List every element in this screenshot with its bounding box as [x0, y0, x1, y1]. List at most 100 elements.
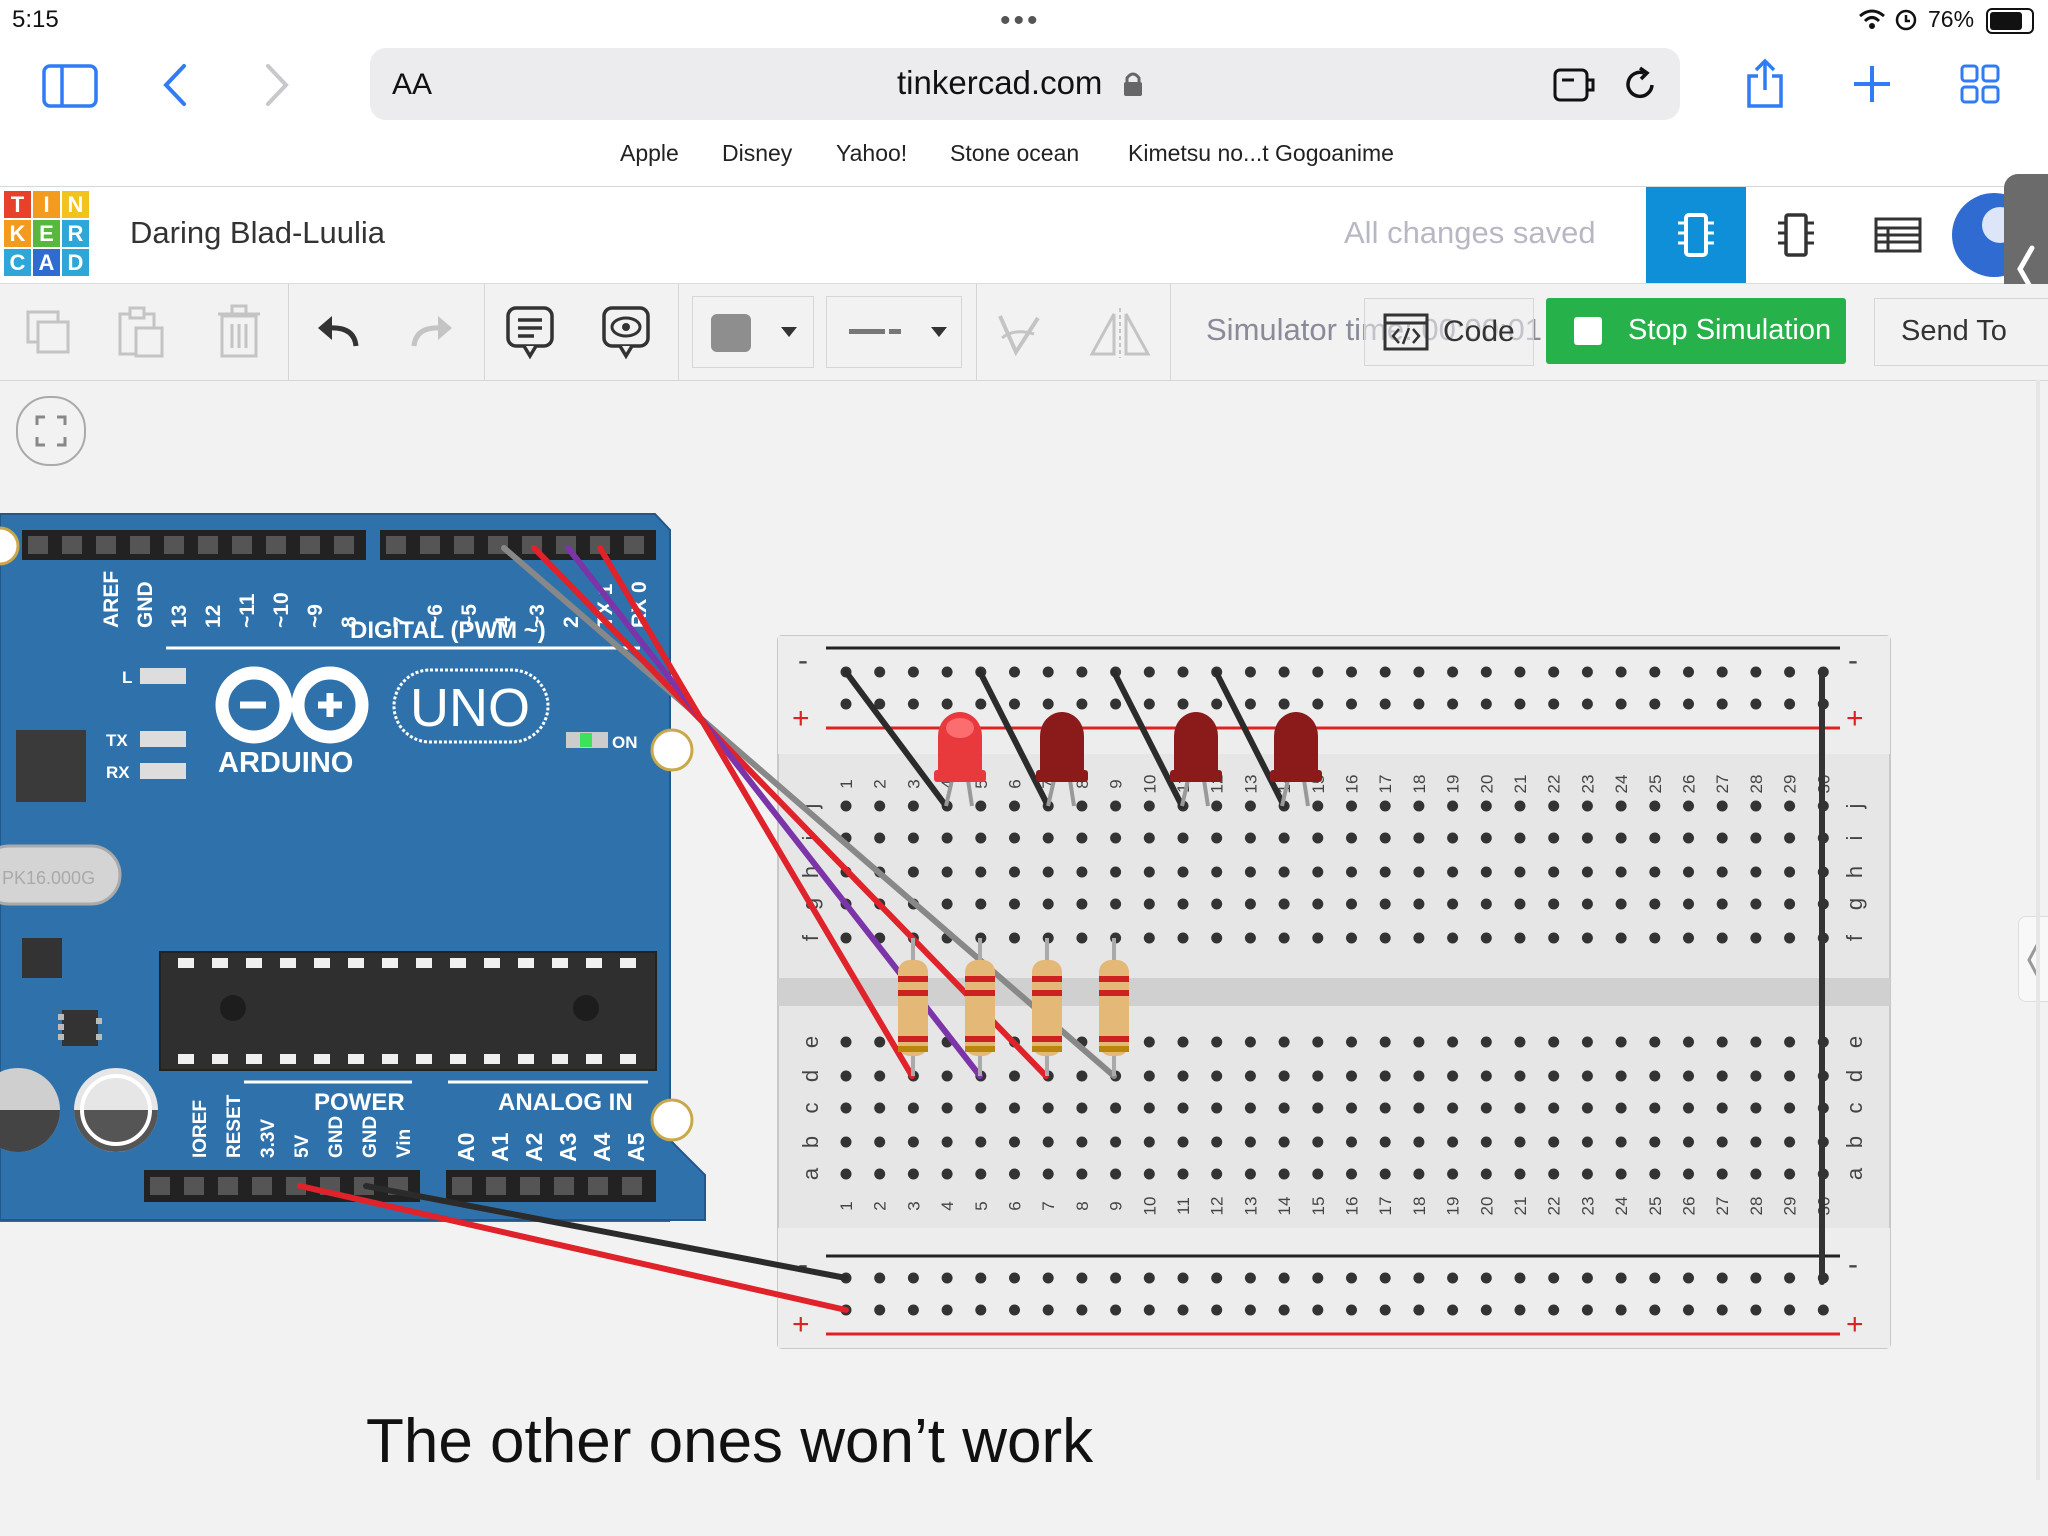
- column-label: 13: [1241, 1197, 1260, 1216]
- row-label: c: [798, 1103, 823, 1114]
- favorite-link[interactable]: Kimetsu no...t Gogoanime: [1128, 140, 1394, 167]
- favorite-link[interactable]: Disney: [722, 140, 792, 167]
- undo-icon[interactable]: [314, 312, 362, 352]
- power-pin-label: 5V: [292, 1134, 313, 1158]
- column-label: 15: [1309, 1197, 1328, 1216]
- led-label: L: [122, 668, 132, 687]
- analog-pin-label: A0: [453, 1133, 479, 1162]
- flip-icon[interactable]: [1088, 306, 1152, 360]
- column-label: 26: [1680, 775, 1699, 794]
- column-label: 17: [1376, 1197, 1395, 1216]
- row-label: e: [1842, 1036, 1867, 1048]
- redo-icon[interactable]: [408, 312, 456, 352]
- new-tab-icon[interactable]: [1852, 64, 1892, 104]
- column-label: 19: [1444, 1197, 1463, 1216]
- rail-label: +: [792, 702, 810, 735]
- reload-icon[interactable]: [1622, 66, 1660, 104]
- column-label: 10: [1140, 775, 1159, 794]
- column-label: 22: [1545, 775, 1564, 794]
- rail-label: +: [1846, 702, 1864, 735]
- share-icon[interactable]: [1744, 58, 1786, 110]
- favorite-link[interactable]: Yahoo!: [836, 140, 907, 167]
- column-label: 1: [837, 779, 856, 788]
- row-label: b: [798, 1136, 823, 1148]
- column-label: 2: [871, 779, 890, 788]
- text-size-button[interactable]: AA: [392, 68, 432, 102]
- multitask-dots-icon[interactable]: •••: [1000, 4, 1041, 38]
- row-label: c: [1842, 1103, 1867, 1114]
- schematic-view-icon[interactable]: [1778, 211, 1814, 259]
- power-pin-label: IOREF: [190, 1100, 211, 1158]
- rail-label: +: [1846, 1308, 1864, 1341]
- status-bar: 5:15 ••• 76%: [0, 0, 2048, 40]
- sidebar-toggle-icon[interactable]: [42, 64, 98, 108]
- power-pin-label: Vin: [394, 1129, 415, 1158]
- code-button[interactable]: Code: [1364, 298, 1534, 366]
- arduino-board[interactable]: AREF GND 13 12 ~11 ~10 ~9 8 7 ~6 ~5 4 ~3 2 TX 1 RX 0 DI…: [0, 513, 706, 1222]
- stop-icon: [1574, 317, 1602, 345]
- tab-overview-icon[interactable]: [1960, 64, 2000, 104]
- back-icon[interactable]: [160, 62, 190, 108]
- column-label: 28: [1747, 775, 1766, 794]
- forward-icon[interactable]: [262, 62, 292, 108]
- url-text[interactable]: tinkercad.com: [897, 64, 1102, 102]
- address-bar[interactable]: AA tinkercad.com: [370, 48, 1680, 120]
- wire-color-dropdown[interactable]: [692, 296, 814, 368]
- logo-letter: I: [33, 191, 60, 218]
- logo-letter: R: [62, 220, 89, 247]
- rail-label: -: [798, 644, 808, 677]
- favorite-link[interactable]: Stone ocean: [950, 140, 1079, 167]
- row-label: e: [798, 1036, 823, 1048]
- column-label: 25: [1646, 775, 1665, 794]
- column-label: 23: [1578, 775, 1597, 794]
- caption-text: The other ones won’t work: [366, 1407, 1094, 1476]
- power-label: POWER: [314, 1089, 405, 1116]
- row-label: f: [1842, 934, 1867, 941]
- lock-icon: [1124, 72, 1142, 96]
- digital-pin-label: ~11: [236, 593, 259, 628]
- row-label: j: [1842, 804, 1867, 810]
- paste-icon[interactable]: [116, 306, 166, 360]
- favorite-link[interactable]: Apple: [620, 140, 679, 167]
- column-label: 21: [1511, 1197, 1530, 1216]
- column-label: 4: [938, 1201, 957, 1210]
- column-label: 7: [1039, 1201, 1058, 1210]
- column-label: 19: [1444, 775, 1463, 794]
- analog-pin-label: A3: [555, 1133, 581, 1162]
- component-list-icon[interactable]: [1874, 217, 1922, 253]
- circuit-canvas[interactable]: AREF GND 13 12 ~11 ~10 ~9 8 7 ~6 ~5 4 ~3 2 TX 1 RX 0 DI…: [0, 500, 2048, 1400]
- column-label: 2: [871, 1201, 890, 1210]
- circuit-view-button[interactable]: [1646, 187, 1746, 283]
- rail-label: -: [1848, 644, 1858, 677]
- column-label: 16: [1343, 775, 1362, 794]
- analog-label: ANALOG IN: [498, 1089, 633, 1116]
- wire-type-dropdown[interactable]: [826, 296, 962, 368]
- extension-icon[interactable]: [1552, 66, 1596, 104]
- column-label: 25: [1646, 1197, 1665, 1216]
- notes-visibility-icon[interactable]: [600, 304, 654, 362]
- copy-icon[interactable]: [22, 306, 76, 360]
- rotate-icon[interactable]: [994, 308, 1044, 358]
- fit-to-screen-icon: [35, 415, 67, 447]
- column-label: 10: [1140, 1197, 1159, 1216]
- column-label: 24: [1612, 1197, 1631, 1216]
- stop-simulation-label: Stop Simulation: [1628, 314, 1832, 346]
- project-title[interactable]: Daring Blad-Luulia: [130, 215, 385, 251]
- notes-icon[interactable]: [504, 304, 558, 362]
- column-label: 20: [1477, 1197, 1496, 1216]
- column-label: 13: [1241, 775, 1260, 794]
- clock: 5:15: [12, 6, 59, 33]
- row-label: h: [1842, 866, 1867, 878]
- fit-view-button[interactable]: [16, 396, 86, 466]
- row-label: d: [1842, 1070, 1867, 1082]
- editor-toolbar: Simulator time: 00:00:01 Code Stop Simul…: [0, 284, 2048, 381]
- power-pin-label: 3.3V: [258, 1119, 279, 1158]
- row-label: f: [798, 934, 823, 941]
- delete-icon[interactable]: [214, 304, 264, 360]
- rail-label: -: [798, 1248, 808, 1281]
- stop-simulation-button[interactable]: Stop Simulation: [1546, 298, 1846, 364]
- led-label: RX: [106, 763, 130, 782]
- tinkercad-logo[interactable]: T I N K E R C A D: [4, 191, 92, 279]
- digital-pin-label: AREF: [100, 571, 123, 628]
- send-to-button[interactable]: Send To: [1874, 298, 2048, 366]
